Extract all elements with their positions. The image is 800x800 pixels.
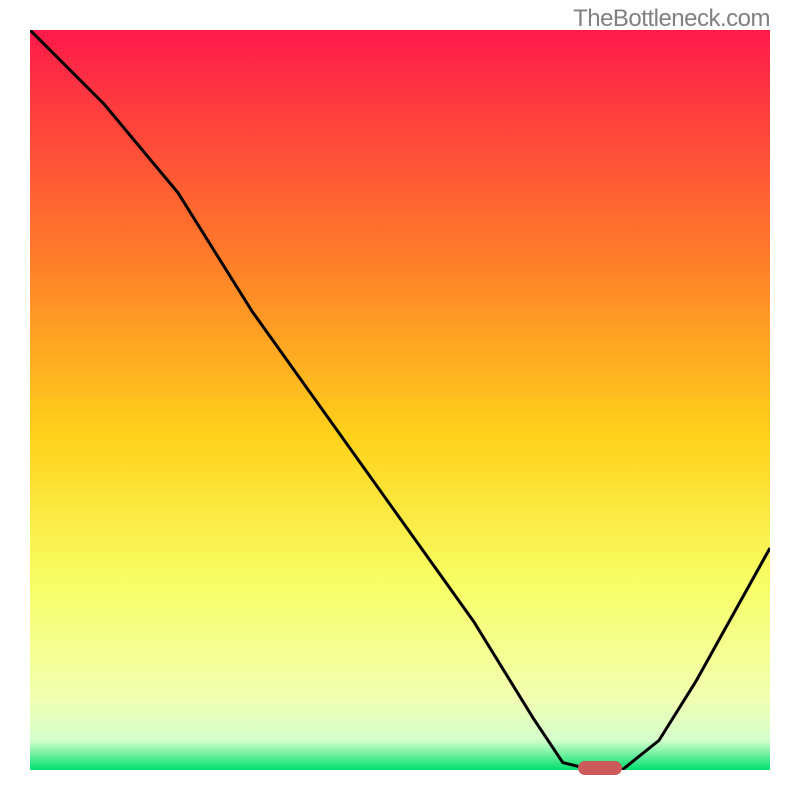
curve-overlay [30, 30, 770, 770]
bottleneck-curve [30, 30, 770, 770]
attribution-label: TheBottleneck.com [573, 5, 770, 33]
plot-area [30, 30, 770, 770]
chart-container: TheBottleneck.com [0, 0, 800, 800]
optimal-point-marker [578, 761, 622, 775]
